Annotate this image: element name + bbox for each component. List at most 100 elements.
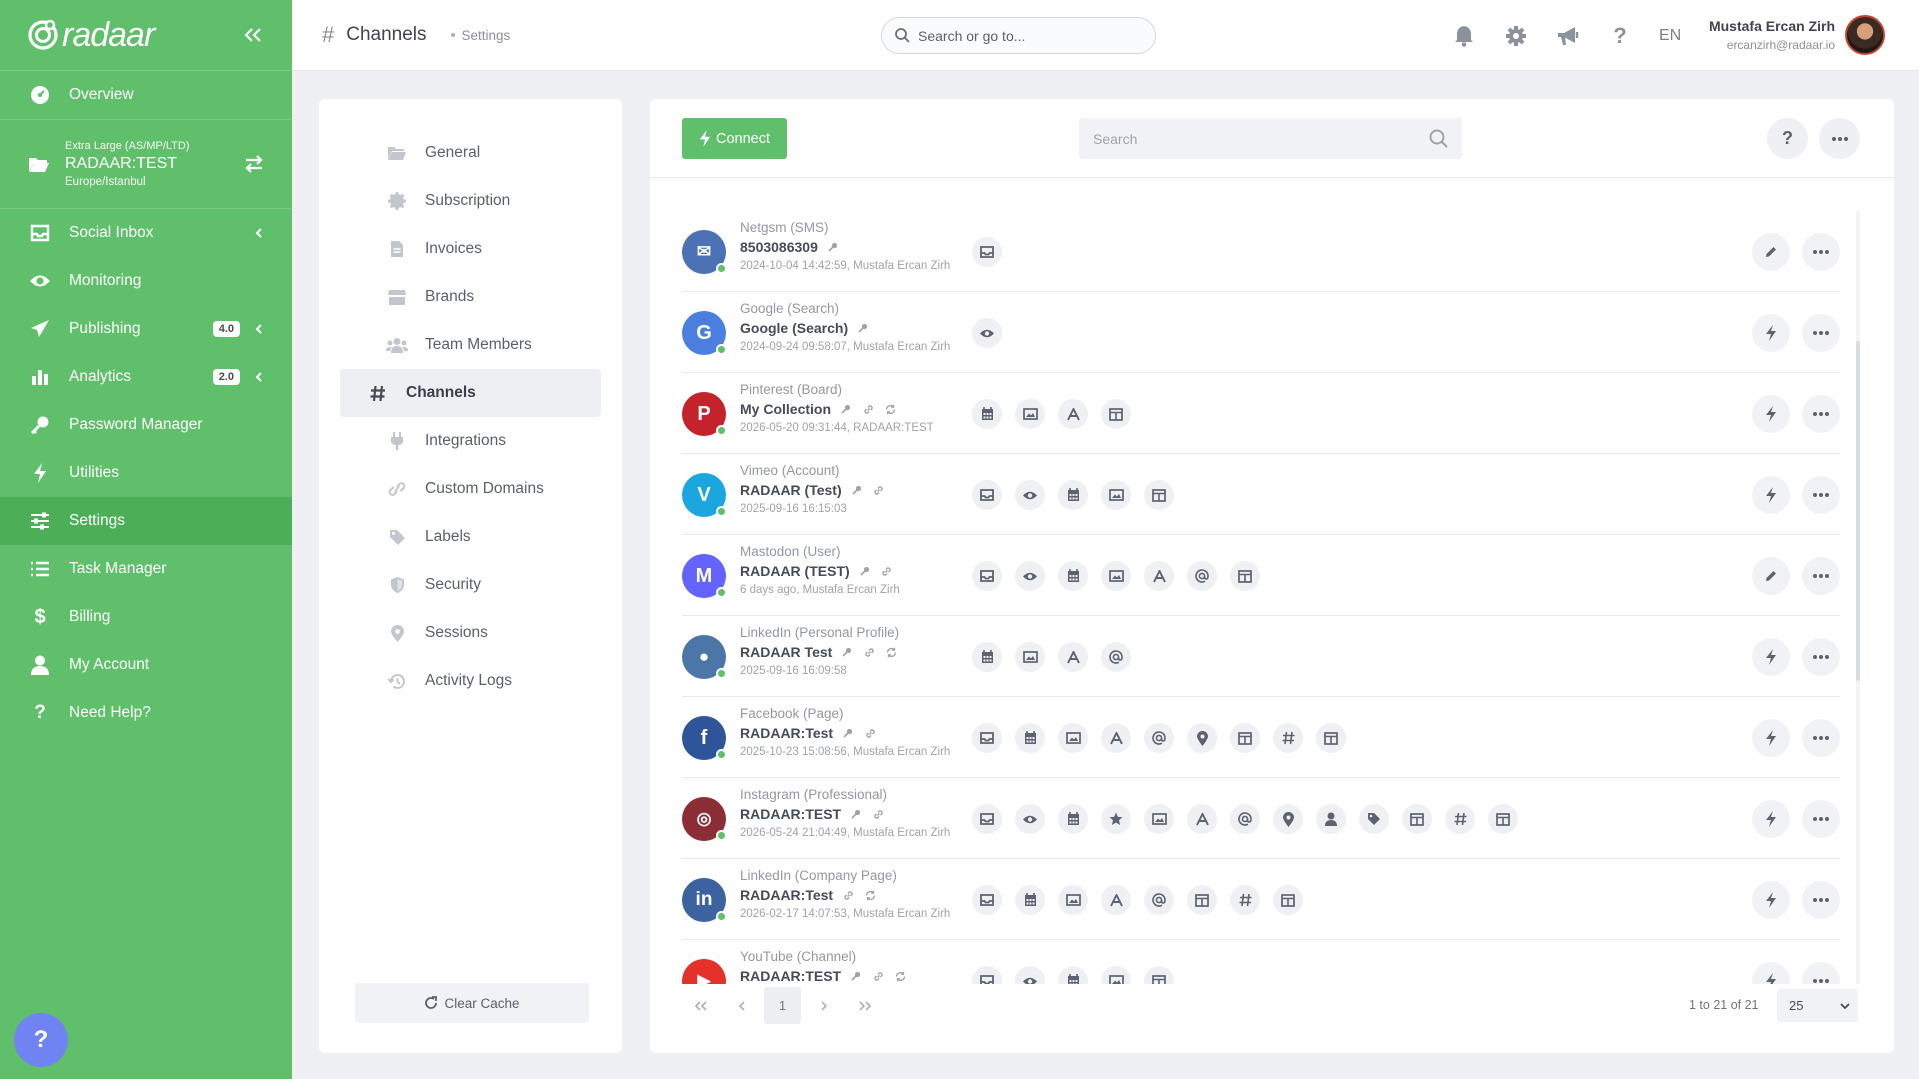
- inbox-icon[interactable]: [972, 804, 1002, 834]
- image-icon[interactable]: [1101, 966, 1131, 984]
- at-icon[interactable]: [1230, 804, 1260, 834]
- layout-icon[interactable]: [1402, 804, 1432, 834]
- hash-icon[interactable]: [1273, 723, 1303, 753]
- layout-icon[interactable]: [1230, 561, 1260, 591]
- sidebar-item-publishing[interactable]: Publishing 4.0: [0, 305, 292, 353]
- row-more-button[interactable]: [1802, 557, 1840, 595]
- channel-name[interactable]: RADAAR (Test): [740, 482, 886, 498]
- switch-arrows-icon[interactable]: [244, 155, 264, 173]
- row-more-button[interactable]: [1802, 881, 1840, 919]
- settings-menu-item-custom-domains[interactable]: Custom Domains: [340, 465, 601, 513]
- eye-icon[interactable]: [972, 318, 1002, 348]
- reconnect-button[interactable]: [1752, 314, 1790, 352]
- layout-icon[interactable]: [1230, 723, 1260, 753]
- avatar[interactable]: [1845, 15, 1885, 55]
- row-more-button[interactable]: [1802, 314, 1840, 352]
- reconnect-button[interactable]: [1752, 638, 1790, 676]
- text-icon[interactable]: [1058, 642, 1088, 672]
- star-icon[interactable]: [1101, 804, 1131, 834]
- channel-name[interactable]: 8503086309: [740, 239, 950, 255]
- map-pin-icon[interactable]: [1187, 723, 1217, 753]
- settings-menu-item-general[interactable]: General: [340, 129, 601, 177]
- row-more-button[interactable]: [1802, 476, 1840, 514]
- tag-icon[interactable]: [1359, 804, 1389, 834]
- settings-menu-item-integrations[interactable]: Integrations: [340, 417, 601, 465]
- sidebar-item-billing[interactable]: $ Billing: [0, 593, 292, 641]
- user-icon[interactable]: [1316, 804, 1346, 834]
- bell-icon[interactable]: [1449, 21, 1479, 51]
- channel-search-input[interactable]: Search: [1079, 118, 1462, 159]
- layout-icon[interactable]: [1488, 804, 1518, 834]
- image-icon[interactable]: [1058, 885, 1088, 915]
- image-icon[interactable]: [1101, 480, 1131, 510]
- channel-name[interactable]: RADAAR:Test: [740, 887, 950, 903]
- sidebar-item-task-manager[interactable]: Task Manager: [0, 545, 292, 593]
- reconnect-button[interactable]: [1752, 719, 1790, 757]
- sidebar-item-social-inbox[interactable]: Social Inbox: [0, 209, 292, 257]
- sidebar-item-password-manager[interactable]: Password Manager: [0, 401, 292, 449]
- hash-icon[interactable]: [1445, 804, 1475, 834]
- user-menu[interactable]: Mustafa Ercan Zirh ercanzirh@radaar.io: [1709, 15, 1885, 55]
- page-number-button[interactable]: 1: [764, 987, 801, 1024]
- collapse-sidebar-icon[interactable]: [244, 27, 262, 43]
- sidebar-item-analytics[interactable]: Analytics 2.0: [0, 353, 292, 401]
- layout-icon[interactable]: [1144, 480, 1174, 510]
- edit-button[interactable]: [1752, 557, 1790, 595]
- settings-menu-item-security[interactable]: Security: [340, 561, 601, 609]
- text-icon[interactable]: [1101, 885, 1131, 915]
- gear-icon[interactable]: [1501, 21, 1531, 51]
- image-icon[interactable]: [1015, 642, 1045, 672]
- help-icon[interactable]: ?: [1605, 21, 1635, 51]
- image-icon[interactable]: [1058, 723, 1088, 753]
- eye-icon[interactable]: [1015, 966, 1045, 984]
- first-page-button[interactable]: [682, 987, 719, 1024]
- megaphone-icon[interactable]: [1553, 21, 1583, 51]
- inbox-icon[interactable]: [972, 723, 1002, 753]
- text-icon[interactable]: [1187, 804, 1217, 834]
- last-page-button[interactable]: [846, 987, 883, 1024]
- settings-menu-item-subscription[interactable]: Subscription: [340, 177, 601, 225]
- connect-button[interactable]: Connect: [682, 118, 787, 159]
- inbox-icon[interactable]: [972, 966, 1002, 984]
- settings-menu-item-team-members[interactable]: Team Members: [340, 321, 601, 369]
- calendar-icon[interactable]: [972, 642, 1002, 672]
- at-icon[interactable]: [1144, 885, 1174, 915]
- prev-page-button[interactable]: [723, 987, 760, 1024]
- settings-menu-item-activity-logs[interactable]: Activity Logs: [340, 657, 601, 705]
- scrollbar-thumb[interactable]: [1856, 341, 1860, 681]
- image-icon[interactable]: [1101, 561, 1131, 591]
- inbox-icon[interactable]: [972, 885, 1002, 915]
- sidebar-item-overview[interactable]: Overview: [0, 71, 292, 119]
- inbox-icon[interactable]: [972, 237, 1002, 267]
- logo[interactable]: radaar: [26, 16, 155, 55]
- text-icon[interactable]: [1101, 723, 1131, 753]
- layout-icon[interactable]: [1273, 885, 1303, 915]
- calendar-icon[interactable]: [1058, 480, 1088, 510]
- layout-icon[interactable]: [1101, 399, 1131, 429]
- workspace-switcher[interactable]: Extra Large (AS/MP/LTD) RADAAR:TEST Euro…: [0, 119, 292, 209]
- sidebar-item-need-help[interactable]: ? Need Help?: [0, 689, 292, 737]
- map-pin-icon[interactable]: [1273, 804, 1303, 834]
- layout-icon[interactable]: [1144, 966, 1174, 984]
- sidebar-item-my-account[interactable]: My Account: [0, 641, 292, 689]
- calendar-icon[interactable]: [1058, 561, 1088, 591]
- reconnect-button[interactable]: [1752, 476, 1790, 514]
- layout-icon[interactable]: [1316, 723, 1346, 753]
- text-icon[interactable]: [1144, 561, 1174, 591]
- settings-menu-item-invoices[interactable]: Invoices: [340, 225, 601, 273]
- calendar-icon[interactable]: [1058, 966, 1088, 984]
- global-search-input[interactable]: Search or go to...: [881, 17, 1156, 54]
- image-icon[interactable]: [1015, 399, 1045, 429]
- sidebar-item-utilities[interactable]: Utilities: [0, 449, 292, 497]
- page-size-select[interactable]: 25: [1777, 989, 1858, 1022]
- eye-icon[interactable]: [1015, 480, 1045, 510]
- next-page-button[interactable]: [805, 987, 842, 1024]
- calendar-icon[interactable]: [1015, 723, 1045, 753]
- row-more-button[interactable]: [1802, 800, 1840, 838]
- channel-name[interactable]: RADAAR:Test: [740, 725, 950, 741]
- inbox-icon[interactable]: [972, 561, 1002, 591]
- channel-name[interactable]: RADAAR:TEST: [740, 806, 950, 822]
- settings-menu-item-labels[interactable]: Labels: [340, 513, 601, 561]
- settings-menu-item-brands[interactable]: Brands: [340, 273, 601, 321]
- row-more-button[interactable]: [1802, 962, 1840, 984]
